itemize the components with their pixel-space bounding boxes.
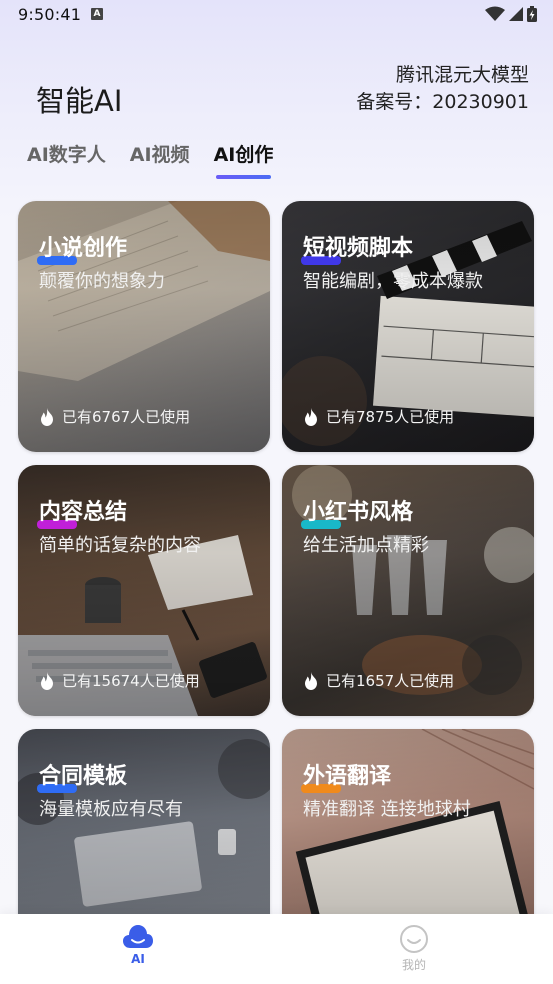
flame-icon [41,407,53,426]
status-time: 9:50:41 [18,5,82,24]
usage-text: 已有15674人已使用 [62,672,200,690]
card-subtitle: 颠覆你的想象力 [39,271,165,292]
tab-ai-creation[interactable]: AI创作 [213,140,274,179]
card-subtitle: 海量模板应有尽有 [39,799,183,820]
bottom-navigation: AI 我的 [0,914,553,984]
card-subtitle: 精准翻译 连接地球村 [303,799,471,820]
filing-model-name: 腾讯混元大模型 [395,64,529,86]
smiley-profile-icon [400,925,428,953]
card-usage-count: 已有1657人已使用 [303,670,454,691]
flame-icon [305,407,317,426]
card-subtitle: 智能编剧，零成本爆款 [303,271,483,292]
card-xiaohongshu-style[interactable]: 小红书风格 给生活加点精彩 已有1657人已使用 [282,465,534,716]
model-filing-info: 腾讯混元大模型 备案号：20230901 [356,62,529,116]
card-title: 短视频脚本 [303,236,414,261]
nav-ai[interactable]: AI [108,924,168,966]
active-tab-indicator [215,175,272,179]
status-bar: 9:50:41 A [0,0,553,32]
card-title: 合同模板 [39,764,128,789]
usage-text: 已有6767人已使用 [62,408,191,426]
tab-ai-creation-label: AI创作 [213,144,274,166]
card-usage-count: 已有6767人已使用 [39,406,190,427]
filing-number: 备案号：20230901 [356,91,529,113]
card-novel-writing[interactable]: 小说创作 颠覆你的想象力 已有6767人已使用 [18,201,270,452]
nav-mine[interactable]: 我的 [384,924,444,973]
card-title: 小红书风格 [303,500,414,525]
card-usage-count: 已有15674人已使用 [39,670,200,691]
card-title: 内容总结 [39,500,128,525]
status-icons [485,6,537,22]
card-content-summary[interactable]: 内容总结 简单的话复杂的内容 已有15674人已使用 [18,465,270,716]
ai-cloud-icon [123,925,153,948]
card-short-video-script[interactable]: 短视频脚本 智能编剧，零成本爆款 已有7875人已使用 [282,201,534,452]
card-title: 外语翻译 [303,764,392,789]
card-usage-count: 已有7875人已使用 [303,406,454,427]
nav-ai-label: AI [131,952,145,966]
flame-icon [41,671,53,690]
usage-text: 已有7875人已使用 [326,408,455,426]
card-subtitle: 给生活加点精彩 [303,535,429,556]
flame-icon [305,671,317,690]
page-title: 智能AI [36,84,123,118]
nav-mine-label: 我的 [401,958,426,972]
tab-ai-video[interactable]: AI视频 [130,140,190,167]
tab-ai-digital-human[interactable]: AI数字人 [27,140,106,167]
notification-icon: A [91,8,103,20]
cellular-signal-icon [509,7,523,21]
card-subtitle: 简单的话复杂的内容 [39,535,201,556]
usage-text: 已有1657人已使用 [326,672,455,690]
battery-charging-icon [527,6,537,22]
card-title: 小说创作 [39,236,128,261]
wifi-icon [485,6,505,21]
category-tabs: AI数字人 AI视频 AI创作 [27,140,297,179]
